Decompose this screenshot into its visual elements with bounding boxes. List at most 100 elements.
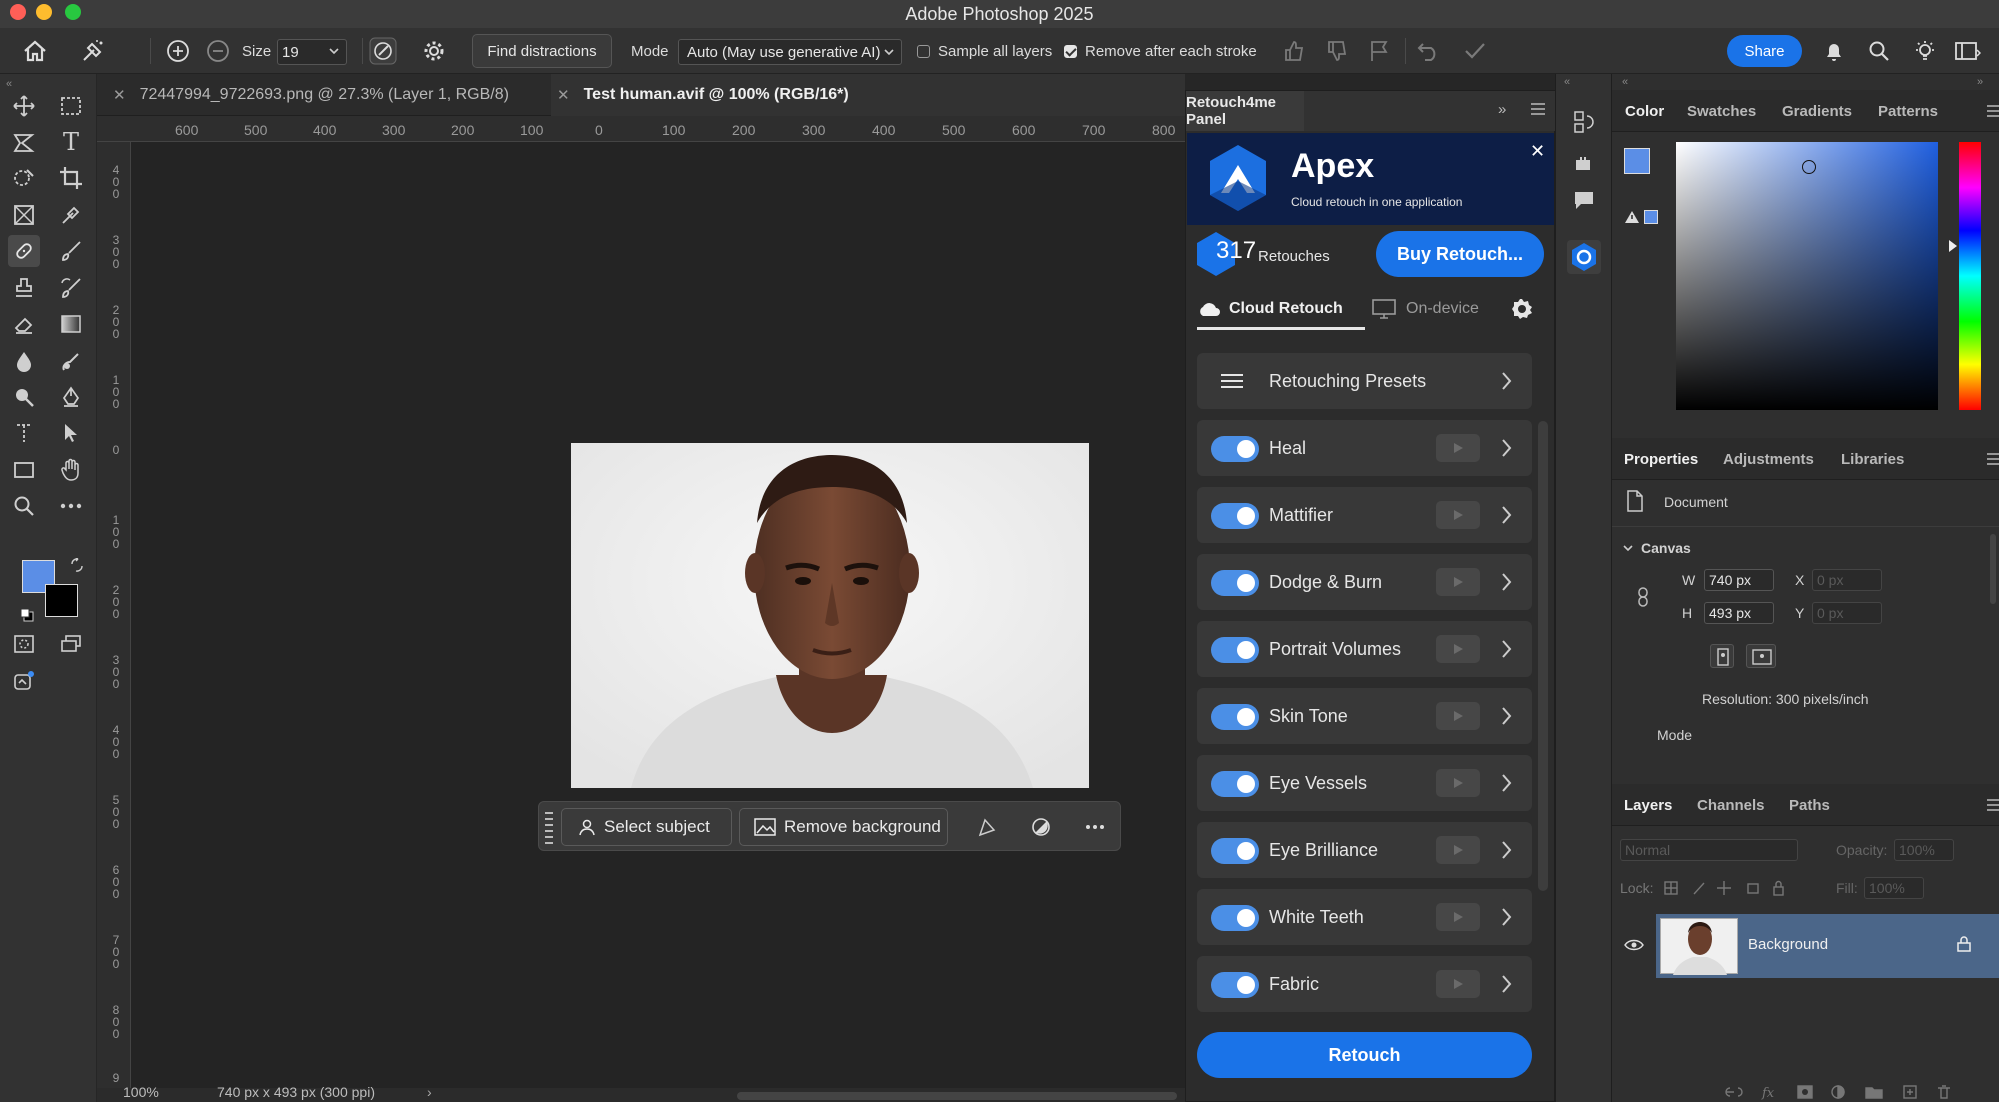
undo-icon[interactable]	[1417, 28, 1441, 74]
home-icon[interactable]	[22, 28, 48, 74]
close-banner-icon[interactable]: ✕	[1530, 141, 1545, 162]
opacity-input[interactable]: 100%	[1894, 839, 1954, 861]
select-subject-button[interactable]: Select subject	[561, 808, 732, 846]
tab-patterns[interactable]: Patterns	[1878, 90, 1938, 132]
close-icon[interactable]: ✕	[557, 86, 570, 104]
feature-toggle[interactable]	[1211, 972, 1259, 998]
tab-paths[interactable]: Paths	[1789, 784, 1830, 826]
chevron-right-icon[interactable]: ›	[427, 1084, 432, 1100]
pen-tool-icon[interactable]	[55, 381, 87, 413]
brush-subtract-icon[interactable]	[206, 28, 230, 74]
eraser-tool-icon[interactable]	[8, 308, 40, 340]
y-input[interactable]: 0 px	[1812, 602, 1882, 624]
find-distractions-button[interactable]: Find distractions	[472, 34, 612, 68]
feature-toggle[interactable]	[1211, 905, 1259, 931]
plugin-icon[interactable]	[1573, 154, 1593, 172]
play-button[interactable]	[1436, 836, 1480, 864]
feature-toggle[interactable]	[1211, 436, 1259, 462]
lock-icon[interactable]	[1957, 936, 1971, 952]
horizontal-scrollbar[interactable]	[737, 1092, 1177, 1100]
chevron-right-icon[interactable]	[1501, 706, 1513, 726]
panel-menu-icon[interactable]	[1987, 453, 1999, 465]
feature-toggle[interactable]	[1211, 838, 1259, 864]
buy-retouch-button[interactable]: Buy Retouch...	[1376, 231, 1544, 277]
height-input[interactable]: 493 px	[1704, 602, 1774, 624]
gradient-tool-icon[interactable]	[55, 308, 87, 340]
chevron-right-icon[interactable]	[1501, 572, 1513, 592]
tab-color[interactable]: Color	[1625, 90, 1664, 132]
tab-properties[interactable]: Properties	[1624, 438, 1698, 480]
collapse-icon[interactable]: «	[1564, 76, 1570, 88]
close-icon[interactable]: ✕	[113, 86, 126, 104]
blend-mode-select[interactable]: Normal	[1620, 839, 1798, 861]
collapse-icon[interactable]: «	[6, 78, 12, 90]
hand-tool-icon[interactable]	[55, 454, 87, 486]
feature-row[interactable]: Fabric	[1197, 956, 1532, 1012]
color-picker-cursor[interactable]	[1802, 160, 1816, 174]
feature-row[interactable]: Mattifier	[1197, 487, 1532, 543]
type-tool-icon[interactable]: T	[55, 126, 87, 158]
chevron-right-icon[interactable]	[1501, 840, 1513, 860]
lasso-tool-icon[interactable]	[8, 126, 40, 158]
play-button[interactable]	[1436, 635, 1480, 663]
width-input[interactable]: 740 px	[1704, 569, 1774, 591]
retouch-button[interactable]: Retouch	[1197, 1032, 1532, 1078]
expand-icon[interactable]: «	[1622, 76, 1628, 88]
hue-slider[interactable]	[1959, 142, 1981, 410]
play-button[interactable]	[1436, 903, 1480, 931]
share-button[interactable]: Share	[1727, 35, 1802, 67]
document-image[interactable]	[571, 443, 1089, 788]
search-icon[interactable]	[1868, 28, 1890, 74]
path-selection-tool-icon[interactable]	[55, 417, 87, 449]
panel-menu-icon[interactable]	[1531, 103, 1545, 115]
remove-tool-icon[interactable]	[80, 28, 106, 74]
chevron-down-icon[interactable]	[1622, 542, 1634, 554]
feature-toggle[interactable]	[1211, 637, 1259, 663]
play-button[interactable]	[1436, 501, 1480, 529]
history-icon[interactable]	[1573, 110, 1595, 134]
thumbs-up-icon[interactable]	[1283, 28, 1305, 74]
lock-pixels-icon[interactable]	[1664, 880, 1784, 896]
mode-select[interactable]: Auto (May use generative AI)	[678, 39, 902, 65]
blur-tool-icon[interactable]	[8, 345, 40, 377]
commit-checkmark-icon[interactable]	[1463, 28, 1487, 74]
play-button[interactable]	[1436, 568, 1480, 596]
smudge-tool-icon[interactable]	[55, 345, 87, 377]
size-input[interactable]: 19	[277, 39, 347, 65]
fill-input[interactable]: 100%	[1864, 877, 1924, 899]
panel-menu-icon[interactable]	[1987, 799, 1999, 811]
vertical-type-mask-icon[interactable]	[8, 417, 40, 449]
feature-row[interactable]: Skin Tone	[1197, 688, 1532, 744]
flag-icon[interactable]	[1369, 28, 1389, 74]
thumbs-down-icon[interactable]	[1326, 28, 1348, 74]
doc-tab-2-active[interactable]: ✕ Test human.avif @ 100% (RGB/16*)	[551, 74, 1185, 116]
drag-handle-icon[interactable]	[545, 810, 553, 844]
dodge-tool-icon[interactable]	[8, 381, 40, 413]
feature-row[interactable]: Portrait Volumes	[1197, 621, 1532, 677]
feature-row[interactable]: Eye Brilliance	[1197, 822, 1532, 878]
more-tools-icon[interactable]	[55, 490, 87, 522]
adjustment-icon[interactable]	[1031, 817, 1051, 837]
crop-tool-icon[interactable]	[55, 162, 87, 194]
tab-libraries[interactable]: Libraries	[1841, 438, 1904, 480]
play-button[interactable]	[1436, 970, 1480, 998]
chevron-right-icon[interactable]	[1501, 974, 1513, 994]
chevron-right-icon[interactable]	[1501, 438, 1513, 458]
zoom-level[interactable]: 100%	[123, 1084, 159, 1100]
web-safe-color[interactable]	[1644, 210, 1658, 224]
tab-swatches[interactable]: Swatches	[1687, 90, 1756, 132]
object-selection-tool-icon[interactable]	[8, 162, 40, 194]
tab-gradients[interactable]: Gradients	[1782, 90, 1852, 132]
tab-layers[interactable]: Layers	[1624, 784, 1672, 826]
panel-menu-icon[interactable]	[1987, 105, 1999, 117]
generative-ai-icon[interactable]	[8, 665, 40, 697]
color-field[interactable]	[1676, 142, 1938, 410]
chevron-right-icon[interactable]	[1501, 907, 1513, 927]
remove-after-stroke-checkbox[interactable]: Remove after each stroke	[1064, 28, 1257, 74]
marquee-tool-icon[interactable]	[55, 90, 87, 122]
history-brush-tool-icon[interactable]	[55, 272, 87, 304]
tab-channels[interactable]: Channels	[1697, 784, 1765, 826]
healing-brush-tool-icon[interactable]	[8, 235, 40, 267]
chevron-right-icon[interactable]	[1501, 773, 1513, 793]
move-tool-icon[interactable]	[8, 90, 40, 122]
